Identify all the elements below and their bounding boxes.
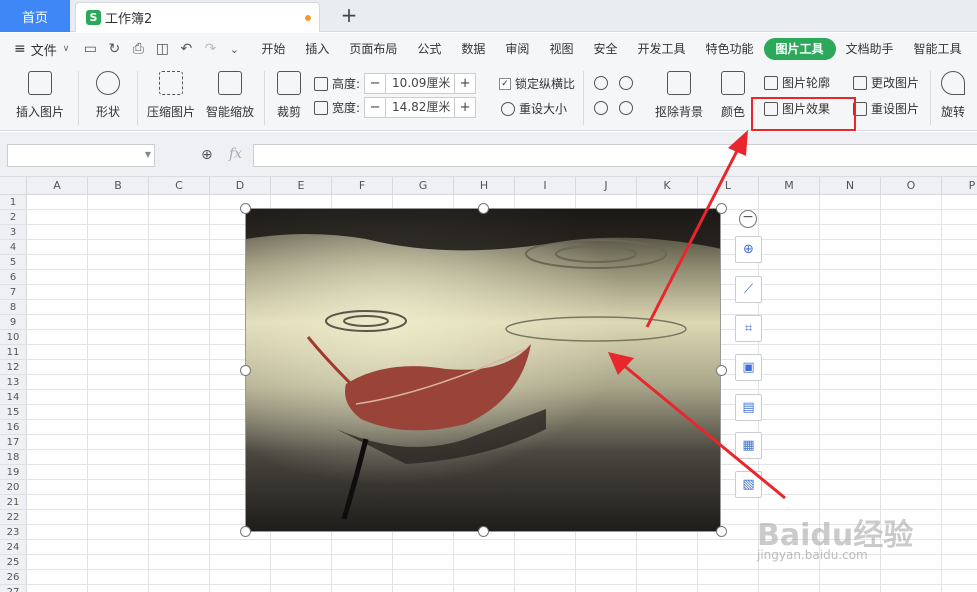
annotation-arrow bbox=[621, 362, 786, 500]
arrowhead-icon bbox=[728, 130, 748, 156]
annotation-arrows bbox=[608, 130, 786, 500]
baidu-watermark-url: jingyan.baidu.com bbox=[757, 548, 868, 562]
annotation-arrow bbox=[645, 144, 742, 328]
